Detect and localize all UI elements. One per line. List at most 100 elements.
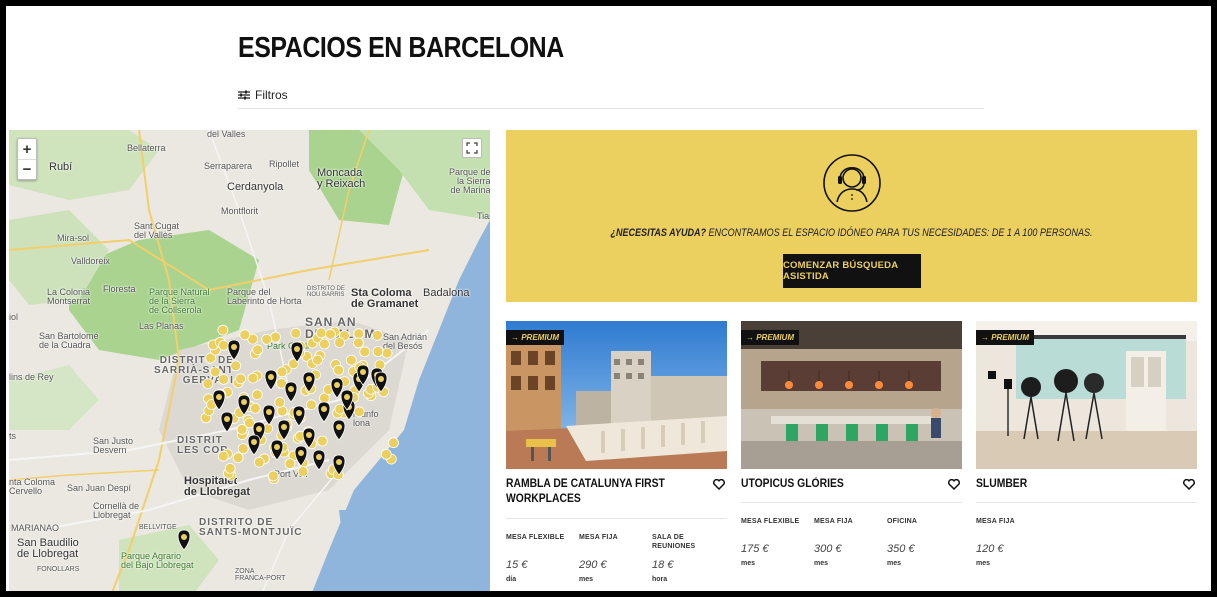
space-title[interactable]: SLUMBER: [976, 477, 1152, 492]
space-dot[interactable]: [267, 470, 279, 482]
map-pin-icon[interactable]: [332, 419, 346, 441]
space-dot[interactable]: [372, 346, 384, 357]
map-pin-icon[interactable]: [317, 401, 331, 423]
space-dot[interactable]: [325, 328, 336, 340]
map-pin-icon[interactable]: [220, 411, 234, 433]
price-value: 175 €: [741, 543, 769, 555]
space-dot[interactable]: [253, 456, 265, 468]
map-pin-icon[interactable]: [227, 339, 241, 361]
price-mesa-fija: MESA FIJA: [814, 517, 884, 526]
space-dot[interactable]: [333, 364, 345, 376]
space-dot[interactable]: [224, 462, 236, 474]
space-dot[interactable]: [218, 373, 230, 385]
space-dot[interactable]: [388, 437, 399, 449]
help-text: ¿NECESITAS AYUDA? ENCONTRAMOS EL ESPACIO…: [568, 227, 1135, 239]
space-dot[interactable]: [297, 466, 309, 477]
space-dot[interactable]: [381, 347, 393, 359]
heart-icon[interactable]: [948, 479, 960, 490]
space-dot[interactable]: [352, 337, 364, 349]
price-value: 300 €: [814, 543, 842, 555]
space-dot[interactable]: [217, 450, 229, 462]
map-pin-icon[interactable]: [264, 369, 278, 391]
map-pin-icon[interactable]: [312, 449, 326, 471]
space-dot[interactable]: [371, 329, 383, 341]
sliders-icon: [238, 90, 250, 100]
heart-icon[interactable]: [713, 479, 725, 490]
zoom-in-button[interactable]: +: [18, 139, 36, 159]
space-dot[interactable]: [274, 396, 286, 408]
space-dot[interactable]: [232, 452, 244, 464]
space-dot[interactable]: [249, 402, 261, 414]
space-title[interactable]: RAMBLA DE CATALUNYA FIRST WORKPLACES: [506, 477, 682, 507]
space-title[interactable]: UTOPICUS GLÒRIES: [741, 477, 917, 492]
space-dot[interactable]: [353, 406, 365, 418]
space-dot[interactable]: [247, 372, 259, 384]
map-pin-icon[interactable]: [292, 405, 306, 427]
space-dot[interactable]: [305, 399, 317, 411]
price-value: 15 €: [506, 559, 528, 571]
space-dot[interactable]: [316, 435, 328, 447]
premium-badge: → PREMIUM: [976, 330, 1034, 345]
space-dot[interactable]: [239, 329, 251, 341]
price-label: MESA FIJA: [579, 534, 618, 541]
space-dot[interactable]: [353, 328, 365, 340]
space-photo[interactable]: → PREMIUM: [506, 321, 727, 469]
space-dot[interactable]: [290, 327, 302, 339]
map[interactable]: Bellaterra Rubí Serraparera Ripollet Mon…: [9, 130, 490, 591]
space-dot[interactable]: [312, 354, 323, 366]
space-card-utopicus[interactable]: → PREMIUM UTOPICUS GLÒRIES MESA FLEXIBLE…: [741, 321, 962, 567]
map-pin-icon[interactable]: [262, 404, 276, 426]
space-dot[interactable]: [237, 443, 249, 455]
map-markers: [177, 324, 399, 551]
space-dot[interactable]: [252, 344, 264, 356]
space-dot[interactable]: [218, 339, 230, 351]
fullscreen-button[interactable]: [462, 138, 482, 158]
space-dot[interactable]: [380, 448, 392, 460]
price-label: MESA FIJA: [814, 518, 853, 525]
space-card-slumber[interactable]: → PREMIUM SLUMBER MESA FIJA 120 € mes: [976, 321, 1197, 567]
space-dot[interactable]: [345, 354, 357, 366]
map-pin-icon[interactable]: [247, 434, 261, 456]
help-banner: ¿NECESITAS AYUDA? ENCONTRAMOS EL ESPACIO…: [506, 130, 1197, 302]
map-pin-icon[interactable]: [177, 529, 191, 551]
space-dot[interactable]: [202, 378, 214, 390]
space-dot[interactable]: [261, 333, 273, 345]
space-dot[interactable]: [334, 337, 346, 348]
space-dot[interactable]: [209, 366, 221, 378]
price-unit: mes: [887, 560, 902, 567]
card-divider: [506, 518, 727, 519]
space-dot[interactable]: [276, 366, 288, 378]
price-value: 350 €: [887, 543, 915, 555]
support-agent-icon: [823, 154, 881, 212]
price-unit: mes: [579, 576, 594, 583]
price-value: 18 €: [652, 559, 674, 571]
space-dot[interactable]: [318, 338, 330, 350]
filters-button[interactable]: Filtros: [238, 88, 288, 102]
space-photo[interactable]: → PREMIUM: [976, 321, 1197, 469]
space-dot[interactable]: [217, 324, 229, 336]
map-pin-icon[interactable]: [284, 381, 298, 403]
space-photo[interactable]: → PREMIUM: [741, 321, 962, 469]
assisted-search-button[interactable]: COMENZAR BÚSQUEDA ASISTIDA: [783, 254, 921, 288]
price-label: MESA FLEXIBLE: [741, 518, 800, 525]
space-dot[interactable]: [359, 346, 371, 358]
page-frame: ESPACIOS EN BARCELONA Filtros Bellaterra…: [0, 0, 1217, 597]
price-unit: mes: [976, 560, 991, 567]
space-dot[interactable]: [315, 327, 327, 339]
price-oficina: OFICINA: [887, 517, 957, 526]
space-dot[interactable]: [230, 360, 242, 372]
space-dot[interactable]: [251, 389, 263, 401]
price-label: SALA DE REUNIONES: [652, 534, 696, 550]
price-sala-reuniones: SALA DE REUNIONES: [652, 533, 712, 551]
help-question: ¿NECESITAS AYUDA?: [610, 227, 707, 239]
filters-label: Filtros: [255, 88, 288, 102]
space-dot[interactable]: [284, 458, 296, 470]
space-dot[interactable]: [270, 331, 281, 343]
page-title: ESPACIOS EN BARCELONA: [238, 32, 564, 64]
heart-icon[interactable]: [1183, 479, 1195, 490]
space-dot[interactable]: [235, 373, 247, 385]
zoom-out-button[interactable]: −: [18, 159, 36, 179]
price-mesa-flexible: MESA FLEXIBLE: [506, 533, 576, 542]
header-divider: [238, 108, 984, 109]
space-card-rambla[interactable]: → PREMIUM RAMBLA DE CATALUNYA FIRST WORK…: [506, 321, 727, 583]
